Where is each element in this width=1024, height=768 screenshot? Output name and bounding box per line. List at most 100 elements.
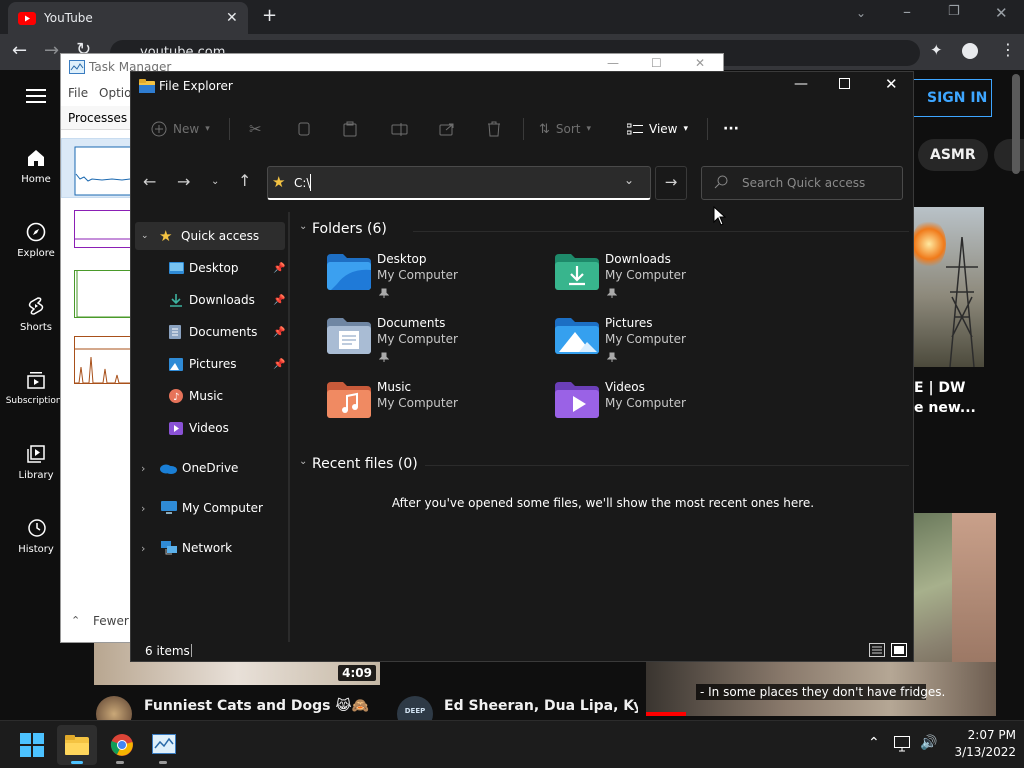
copy-button[interactable]: [297, 114, 311, 144]
status-divider: [191, 644, 192, 657]
share-button[interactable]: [439, 114, 455, 144]
extensions-icon[interactable]: ✦: [930, 41, 943, 59]
tab-search-icon[interactable]: ⌄: [856, 6, 866, 20]
tm-close-icon[interactable]: ✕: [695, 56, 705, 70]
volume-icon[interactable]: 🔊: [920, 735, 937, 751]
video-thumbnail-explosion[interactable]: [912, 207, 984, 367]
recent-files-header[interactable]: Recent files (0): [312, 456, 418, 472]
folder-tile-downloads[interactable]: Downloads My Computer: [555, 252, 775, 304]
tm-disk-graph[interactable]: [74, 270, 132, 318]
toolbar-divider: [707, 118, 708, 140]
show-hidden-icons-chevron-icon[interactable]: ⌃: [868, 735, 880, 751]
chrome-taskbar-icon[interactable]: [110, 733, 134, 757]
back-icon[interactable]: ←: [12, 40, 27, 61]
nav-my-computer[interactable]: › My Computer: [131, 494, 288, 522]
folder-tile-pictures[interactable]: Pictures My Computer: [555, 316, 775, 368]
windows-start-icon[interactable]: [20, 733, 44, 757]
see-more-button[interactable]: ···: [723, 114, 739, 144]
search-input[interactable]: Search Quick access: [701, 166, 903, 200]
recent-collapse-chevron-icon[interactable]: ⌄: [299, 456, 307, 467]
address-field[interactable]: ★ C:\ ⌄: [267, 166, 651, 200]
nav-quick-access[interactable]: ⌄ ★ Quick access: [135, 222, 285, 250]
right-video-title-1[interactable]: E | DW: [914, 380, 966, 396]
fe-minimize-icon[interactable]: —: [794, 76, 808, 92]
tm-menu-options[interactable]: Optio: [99, 86, 131, 100]
folders-collapse-chevron-icon[interactable]: ⌄: [299, 221, 307, 232]
trash-icon: [487, 121, 501, 137]
forward-icon[interactable]: →: [44, 40, 59, 61]
tm-menu-file[interactable]: File: [68, 86, 88, 100]
close-browser-icon[interactable]: ✕: [995, 4, 1008, 22]
video-progress-bar: [646, 712, 686, 716]
restore-browser-icon[interactable]: ❐: [948, 4, 960, 19]
nav-documents[interactable]: Documents 📌: [131, 318, 288, 346]
recent-locations-chevron-icon[interactable]: ⌄: [211, 176, 219, 187]
fewer-details-chevron-icon[interactable]: ⌃: [71, 614, 80, 627]
close-tab-icon[interactable]: ✕: [226, 10, 238, 26]
folder-tile-documents[interactable]: Documents My Computer: [327, 316, 547, 368]
tm-network-graph[interactable]: [74, 336, 132, 384]
see-more-icon: ···: [723, 121, 739, 137]
video-thumbnail-fridges[interactable]: - In some places they don't have fridges…: [646, 662, 996, 716]
pin-icon: 📌: [273, 294, 286, 306]
browser-tab-strip: YouTube ✕ + ⌄ – ❐ ✕: [0, 0, 1024, 34]
tiles-view-icon[interactable]: [891, 643, 907, 657]
nav-desktop[interactable]: Desktop 📌: [131, 254, 288, 282]
nav-up-icon[interactable]: ↑: [238, 171, 251, 190]
video-title-cats[interactable]: Funniest Cats and Dogs 😹🙈: [144, 698, 369, 714]
text-cursor: [310, 174, 311, 191]
tm-cpu-graph[interactable]: [61, 138, 132, 198]
view-button[interactable]: View ▾: [627, 114, 688, 144]
nav-back-icon[interactable]: ←: [143, 172, 156, 191]
tm-memory-graph[interactable]: [74, 210, 132, 248]
cloud-icon: [159, 463, 177, 474]
address-dropdown-icon[interactable]: ⌄: [624, 173, 634, 187]
fe-close-icon[interactable]: ✕: [885, 75, 898, 93]
fe-maximize-icon[interactable]: [839, 78, 850, 89]
expanded-chevron-icon: ⌄: [141, 231, 149, 241]
file-explorer-window: File Explorer — ✕ New ▾ ✂ ⇅ Sort ▾ View …: [130, 71, 914, 662]
paste-button[interactable]: [343, 114, 357, 144]
nav-onedrive[interactable]: › OneDrive: [131, 454, 288, 482]
minimize-browser-icon[interactable]: –: [903, 2, 911, 21]
task-manager-taskbar-icon[interactable]: [152, 734, 176, 754]
nav-downloads-label: Downloads: [189, 293, 255, 307]
go-button[interactable]: →: [655, 166, 687, 200]
folder-tile-music[interactable]: Music My Computer: [327, 380, 547, 432]
display-icon[interactable]: [894, 736, 912, 752]
tm-tab-processes[interactable]: Processes: [61, 106, 131, 130]
new-tab-icon[interactable]: +: [262, 5, 277, 26]
profile-avatar-icon[interactable]: [962, 43, 978, 59]
new-button[interactable]: New ▾: [151, 114, 210, 144]
explosion-glow: [912, 219, 946, 269]
details-view-icon[interactable]: [869, 643, 885, 657]
fewer-details-link[interactable]: Fewer: [93, 614, 129, 628]
sort-button[interactable]: ⇅ Sort ▾: [539, 114, 591, 144]
cut-button[interactable]: ✂: [249, 114, 262, 144]
hamburger-menu-icon[interactable]: [26, 88, 46, 104]
folder-tile-desktop[interactable]: Desktop My Computer: [327, 252, 547, 304]
nav-videos[interactable]: Videos: [131, 414, 288, 442]
chip-asmr[interactable]: ASMR: [918, 139, 988, 171]
scissors-icon: ✂: [249, 120, 262, 138]
right-video-title-2[interactable]: e new...: [914, 400, 976, 416]
browser-menu-icon[interactable]: ⋮: [1000, 40, 1016, 59]
nav-network[interactable]: › Network: [131, 534, 288, 562]
nav-downloads[interactable]: Downloads 📌: [131, 286, 288, 314]
page-scrollbar[interactable]: [1012, 74, 1020, 174]
folders-header[interactable]: Folders (6): [312, 221, 387, 237]
nav-pictures[interactable]: Pictures 📌: [131, 350, 288, 378]
taskbar-file-explorer[interactable]: [57, 725, 97, 765]
nav-forward-icon[interactable]: →: [177, 172, 190, 191]
taskbar-clock[interactable]: 2:07 PM 3/13/2022: [946, 728, 1016, 759]
pane-splitter[interactable]: [288, 212, 290, 642]
browser-tab-youtube[interactable]: YouTube ✕: [8, 2, 248, 34]
delete-button[interactable]: [487, 114, 501, 144]
new-chevron-icon: ▾: [205, 124, 210, 134]
rename-button[interactable]: [391, 114, 409, 144]
nav-music[interactable]: ♪ Music: [131, 382, 288, 410]
folder-tile-videos[interactable]: Videos My Computer: [555, 380, 775, 432]
tm-minimize-icon[interactable]: —: [607, 56, 619, 70]
video-title-mix[interactable]: Ed Sheeran, Dua Lipa, Kygo, Av: [444, 698, 638, 714]
tm-maximize-icon[interactable]: ☐: [651, 56, 662, 70]
